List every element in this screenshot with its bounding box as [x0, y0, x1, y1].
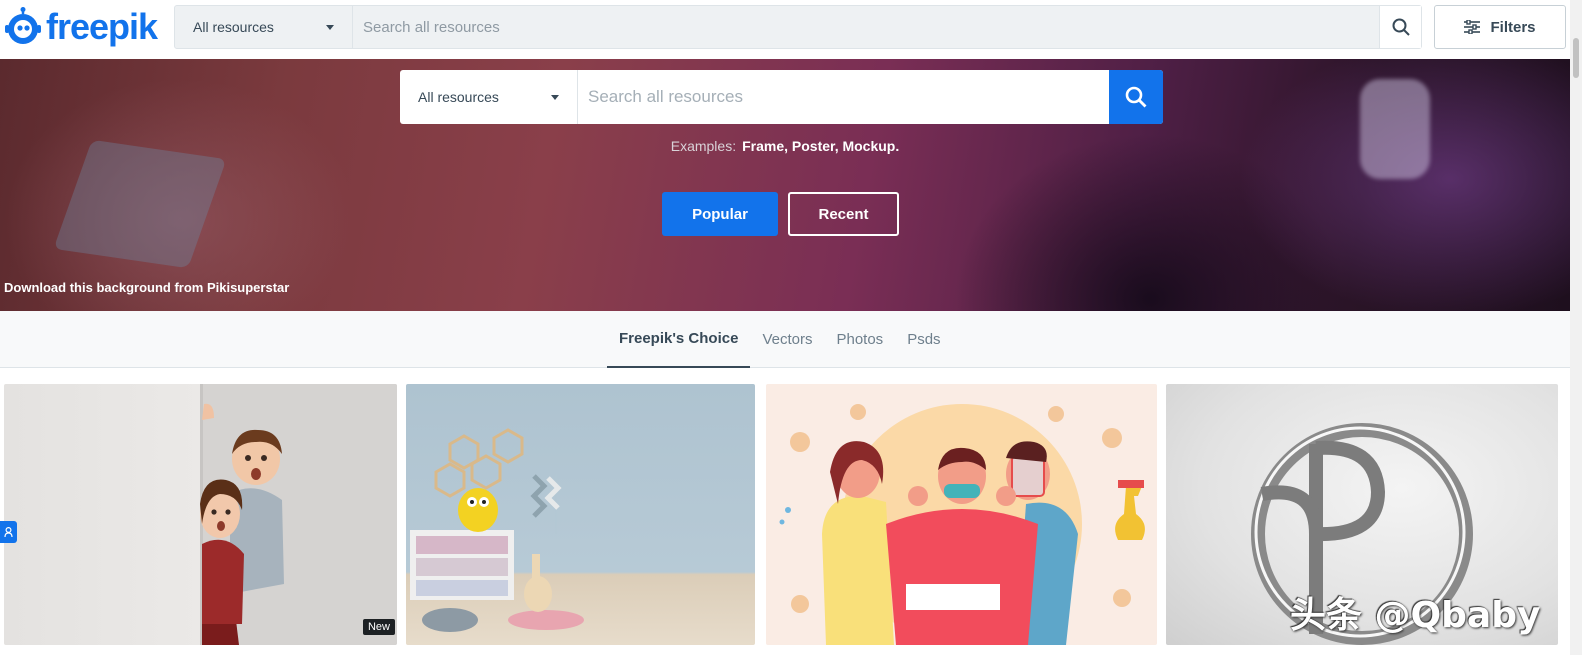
caret-down-icon	[326, 24, 334, 30]
tab-vectors[interactable]: Vectors	[750, 311, 824, 368]
mask-illustration-image	[779, 404, 1145, 645]
content-tabs-bar: Freepik's Choice Vectors Photos Psds	[0, 311, 1570, 368]
tab-photos[interactable]: Photos	[824, 311, 895, 368]
background-credit-link[interactable]: Download this background from Pikisupers…	[4, 280, 289, 295]
examples-links[interactable]: Frame, Poster, Mockup.	[742, 138, 899, 154]
header-search-button[interactable]	[1379, 6, 1421, 48]
header-search-bar: All resources	[174, 5, 1422, 49]
examples-label: Examples:	[670, 138, 737, 154]
hero-resource-select[interactable]: All resources	[400, 70, 578, 124]
search-icon	[1125, 86, 1147, 108]
top-navbar: freepik All resources Filters	[0, 0, 1570, 56]
filters-button[interactable]: Filters	[1434, 5, 1566, 49]
hero-search-input[interactable]	[578, 70, 1109, 124]
hero-search-button[interactable]	[1109, 70, 1163, 124]
kids-peeking-image	[200, 384, 397, 645]
content-tabs: Freepik's Choice Vectors Photos Psds	[607, 311, 953, 368]
search-icon	[1392, 18, 1410, 36]
resource-card-kids-room[interactable]	[406, 384, 755, 645]
kids-room-image	[410, 428, 584, 632]
watermark-text: 头条 @Qbaby	[1290, 595, 1541, 636]
popular-button[interactable]: Popular	[662, 192, 778, 236]
header-resource-select[interactable]: All resources	[175, 6, 353, 48]
hero-background-highlight	[1360, 79, 1430, 179]
page-scrollbar[interactable]	[1570, 0, 1582, 655]
search-examples: Examples: Frame, Poster, Mockup.	[0, 138, 1570, 154]
caret-down-icon	[551, 94, 559, 100]
resource-card-kids-photo[interactable]: New	[4, 384, 397, 645]
hero-search-bar: All resources	[400, 70, 1163, 124]
new-badge: New	[362, 619, 395, 635]
header-resource-select-label: All resources	[193, 19, 274, 35]
tab-psds[interactable]: Psds	[895, 311, 952, 368]
tab-freepiks-choice[interactable]: Freepik's Choice	[607, 311, 751, 368]
resource-card-mask-illustration[interactable]	[766, 384, 1157, 645]
user-icon	[4, 527, 13, 537]
hero-background-shape	[53, 139, 227, 269]
freepik-logo[interactable]: freepik	[4, 5, 158, 49]
sliders-icon	[1464, 20, 1481, 34]
side-feedback-tab[interactable]	[0, 521, 17, 543]
hero-resource-select-label: All resources	[418, 89, 499, 105]
header-search-input[interactable]	[353, 6, 1379, 48]
filters-label: Filters	[1490, 18, 1536, 36]
robot-mascot-icon	[5, 7, 41, 44]
hero-banner: All resources Examples: Frame, Poster, Mo…	[0, 59, 1570, 311]
recent-button[interactable]: Recent	[788, 192, 899, 236]
scrollbar-thumb[interactable]	[1573, 38, 1579, 78]
logo-wordmark: freepik	[46, 6, 158, 47]
